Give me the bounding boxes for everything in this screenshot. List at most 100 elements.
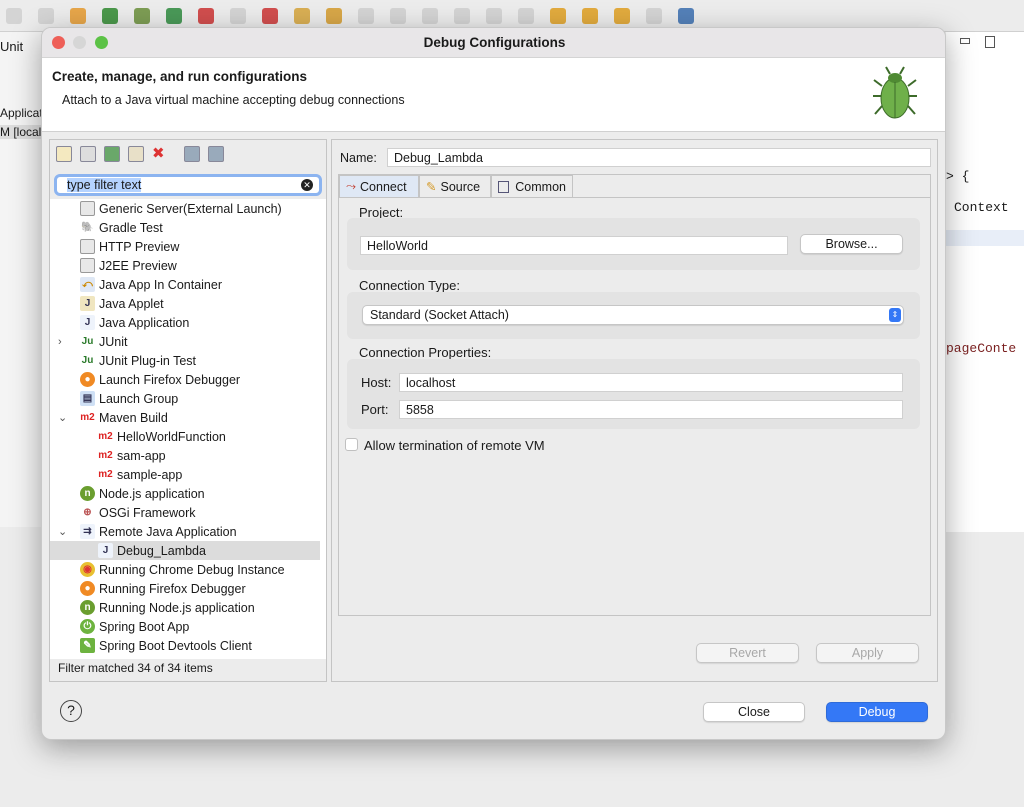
ide-row[interactable]: Applicat bbox=[0, 106, 43, 120]
tree-item[interactable]: ▤ Launch Group bbox=[50, 389, 320, 408]
tab-source[interactable]: ✎ Source bbox=[419, 175, 491, 197]
tree-item[interactable]: n Running Node.js application bbox=[50, 598, 320, 617]
tree-item-label: Remote Java Application bbox=[99, 524, 237, 539]
tree-item[interactable]: n Node.js application bbox=[50, 484, 320, 503]
toolbar-button[interactable] bbox=[166, 8, 182, 24]
new-config-icon[interactable] bbox=[56, 146, 72, 162]
tree-item-label: Running Chrome Debug Instance bbox=[99, 562, 285, 577]
toolbar-button[interactable] bbox=[262, 8, 278, 24]
new-prototype-icon[interactable] bbox=[80, 146, 96, 162]
tree-item[interactable]: HTTP Preview bbox=[50, 237, 320, 256]
toolbar-button[interactable] bbox=[6, 8, 22, 24]
toolbar-button[interactable] bbox=[454, 8, 470, 24]
apply-button[interactable]: Apply bbox=[816, 643, 919, 663]
tree-item[interactable]: ⌄ m2 Maven Build bbox=[50, 408, 320, 427]
filter-text: type filter text bbox=[67, 178, 142, 192]
tree-item[interactable]: J Java Application bbox=[50, 313, 320, 332]
toolbar-button[interactable] bbox=[294, 8, 310, 24]
toolbar-button[interactable] bbox=[326, 8, 342, 24]
debug-configurations-dialog: Debug Configurations Create, manage, and… bbox=[41, 27, 946, 740]
host-field[interactable]: localhost bbox=[399, 373, 903, 392]
java-app-icon: J bbox=[80, 315, 95, 330]
toolbar-button[interactable] bbox=[614, 8, 630, 24]
tree-item[interactable]: ✎ Spring Boot Devtools Client bbox=[50, 636, 320, 655]
tree-item[interactable]: J Java Applet bbox=[50, 294, 320, 313]
filter-input[interactable]: type filter text ✕ bbox=[54, 174, 322, 196]
tree-item[interactable]: 🐘 Gradle Test bbox=[50, 218, 320, 237]
tree-item-label: Gradle Test bbox=[99, 220, 163, 235]
expand-chevron-icon[interactable]: › bbox=[58, 336, 70, 348]
collapse-chevron-icon[interactable]: ⌄ bbox=[58, 525, 70, 538]
port-field[interactable]: 5858 bbox=[399, 400, 903, 419]
dialog-title: Debug Configurations bbox=[423, 35, 566, 50]
toolbar-button[interactable] bbox=[582, 8, 598, 24]
tree-item[interactable]: m2 sam-app bbox=[50, 446, 320, 465]
tree-item[interactable]: Ju JUnit Plug-in Test bbox=[50, 351, 320, 370]
export-icon[interactable] bbox=[104, 146, 120, 162]
tree-item-label: J2EE Preview bbox=[99, 258, 177, 273]
toolbar-button[interactable] bbox=[230, 8, 246, 24]
tree-item[interactable]: ⌄ ⇉ Remote Java Application bbox=[50, 522, 320, 541]
toolbar-button[interactable] bbox=[390, 8, 406, 24]
tree-item-label: Debug_Lambda bbox=[117, 543, 206, 558]
allow-termination-checkbox[interactable] bbox=[345, 438, 358, 451]
toolbar-button[interactable] bbox=[646, 8, 662, 24]
tree-item-label: JUnit Plug-in Test bbox=[99, 353, 197, 368]
ide-tab-junit[interactable]: Unit bbox=[0, 39, 23, 54]
tab-common[interactable]: Common bbox=[491, 175, 573, 197]
name-field[interactable]: Debug_Lambda bbox=[387, 148, 931, 167]
connection-type-select[interactable]: Standard (Socket Attach) ⇕ bbox=[362, 305, 904, 325]
toolbar-button[interactable] bbox=[134, 8, 150, 24]
maximize-icon[interactable] bbox=[985, 36, 995, 48]
tree-item[interactable]: J Debug_Lambda bbox=[50, 541, 320, 560]
server-icon bbox=[80, 258, 95, 273]
code-line: pageConte bbox=[946, 341, 1017, 356]
project-field[interactable]: HelloWorld bbox=[360, 236, 788, 255]
maven-icon: m2 bbox=[98, 467, 113, 482]
maven-icon: m2 bbox=[98, 448, 113, 463]
toolbar-button[interactable] bbox=[422, 8, 438, 24]
tree-item-label: JUnit bbox=[99, 334, 128, 349]
toolbar-button[interactable] bbox=[358, 8, 374, 24]
duplicate-icon[interactable] bbox=[128, 146, 144, 162]
delete-icon[interactable]: ✖ bbox=[152, 146, 168, 162]
browse-button[interactable]: Browse... bbox=[800, 234, 903, 254]
tab-folder: ⤳ Connect ✎ Source Common Project: HelloWo… bbox=[338, 174, 931, 616]
debug-button[interactable]: Debug bbox=[826, 702, 928, 722]
tree-item[interactable]: › Ju JUnit bbox=[50, 332, 320, 351]
tree-item[interactable]: ● Launch Firefox Debugger bbox=[50, 370, 320, 389]
tree-item[interactable]: ◉ Running Chrome Debug Instance bbox=[50, 560, 320, 579]
toolbar-button[interactable] bbox=[70, 8, 86, 24]
toolbar-button[interactable] bbox=[198, 8, 214, 24]
toolbar-button[interactable] bbox=[486, 8, 502, 24]
tree-item[interactable]: ● Running Firefox Debugger bbox=[50, 579, 320, 598]
tree-item[interactable]: m2 sample-app bbox=[50, 465, 320, 484]
tab-connect[interactable]: ⤳ Connect bbox=[339, 175, 419, 197]
launch-group-icon: ▤ bbox=[80, 391, 95, 406]
toolbar-button[interactable] bbox=[550, 8, 566, 24]
clear-filter-icon[interactable]: ✕ bbox=[301, 179, 313, 191]
help-icon[interactable]: ? bbox=[60, 700, 82, 722]
tree-item[interactable]: ⏻ Spring Boot App bbox=[50, 617, 320, 636]
filter-icon[interactable] bbox=[208, 146, 224, 162]
name-label: Name: bbox=[340, 151, 377, 165]
ide-left-panel: Unit Applicat M [local bbox=[0, 32, 43, 807]
tree-item-label: Launch Firefox Debugger bbox=[99, 372, 241, 387]
collapse-chevron-icon[interactable]: ⌄ bbox=[58, 411, 70, 424]
ide-row[interactable]: M [local bbox=[0, 125, 42, 139]
collapse-all-icon[interactable] bbox=[184, 146, 200, 162]
minimize-icon[interactable] bbox=[960, 38, 970, 44]
revert-button[interactable]: Revert bbox=[696, 643, 799, 663]
toolbar-button[interactable] bbox=[102, 8, 118, 24]
tree-item[interactable]: ⤺ Java App In Container bbox=[50, 275, 320, 294]
header-title: Create, manage, and run configurations bbox=[52, 69, 308, 84]
toolbar-button[interactable] bbox=[678, 8, 694, 24]
tree-item[interactable]: m2 HelloWorldFunction bbox=[50, 427, 320, 446]
tree-item-label: Java Application bbox=[99, 315, 190, 330]
toolbar-button[interactable] bbox=[518, 8, 534, 24]
tree-item[interactable]: ⊕ OSGi Framework bbox=[50, 503, 320, 522]
close-button[interactable]: Close bbox=[703, 702, 805, 722]
tree-item[interactable]: Generic Server(External Launch) bbox=[50, 199, 320, 218]
tree-item[interactable]: J2EE Preview bbox=[50, 256, 320, 275]
toolbar-button[interactable] bbox=[38, 8, 54, 24]
